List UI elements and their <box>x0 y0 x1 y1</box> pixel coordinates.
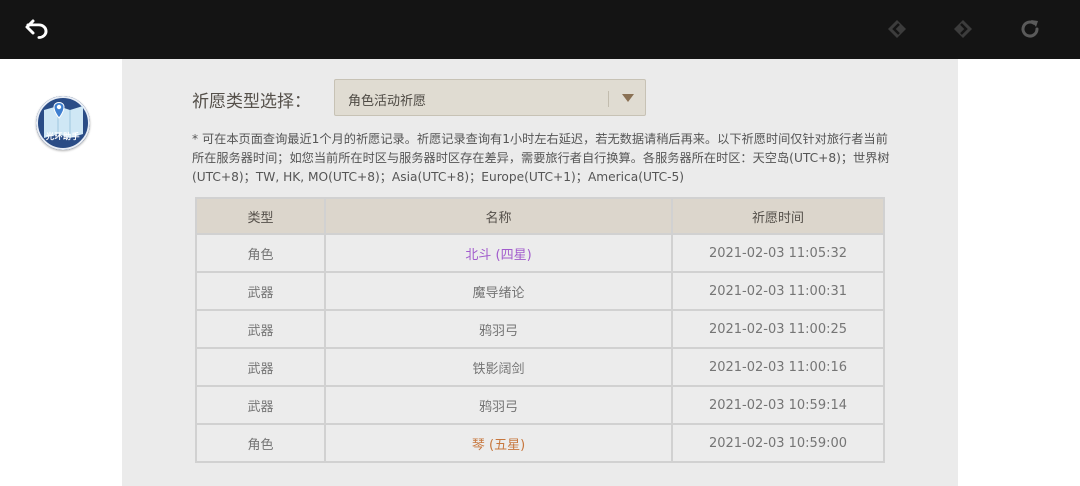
next-page-button[interactable] <box>948 14 978 44</box>
app-logo[interactable]: 光环助手 <box>36 96 90 150</box>
row-time: 2021-02-03 11:00:16 <box>671 347 885 387</box>
column-header-name: 名称 <box>324 197 673 235</box>
diamond-right-icon <box>954 20 972 38</box>
back-arrow-icon <box>25 19 48 39</box>
row-type: 武器 <box>195 309 326 349</box>
gacha-type-selected: 角色活动祈愿 <box>348 94 427 109</box>
reload-icon <box>1021 20 1039 38</box>
table-row: 武器 鸦羽弓 2021-02-03 10:59:14 <box>195 385 885 425</box>
row-time: 2021-02-03 11:00:25 <box>671 309 885 349</box>
table-row: 武器 鸦羽弓 2021-02-03 11:00:25 <box>195 309 885 349</box>
row-name: 北斗 (四星) <box>324 233 673 273</box>
table-header-row: 类型 名称 祈愿时间 <box>195 197 885 235</box>
row-name: 鸦羽弓 <box>324 385 673 425</box>
gacha-type-label: 祈愿类型选择： <box>192 92 311 112</box>
row-time: 2021-02-03 11:00:31 <box>671 271 885 311</box>
row-name: 琴 (五星) <box>324 423 673 463</box>
top-toolbar <box>0 0 1080 59</box>
gacha-record-table: 类型 名称 祈愿时间 角色 北斗 (四星) 2021-02-03 11:05:3… <box>195 197 885 463</box>
table-row: 角色 北斗 (四星) 2021-02-03 11:05:32 <box>195 233 885 273</box>
row-type: 武器 <box>195 385 326 425</box>
chevron-down-icon <box>622 94 634 102</box>
row-time: 2021-02-03 10:59:14 <box>671 385 885 425</box>
column-header-time: 祈愿时间 <box>671 197 885 235</box>
app-logo-text: 光环助手 <box>46 132 80 141</box>
table-row: 角色 琴 (五星) 2021-02-03 10:59:00 <box>195 423 885 463</box>
reload-button[interactable] <box>1015 14 1045 44</box>
gacha-note: * 可在本页面查询最近1个月的祈愿记录。祈愿记录查询有1小时左右延迟，若无数据请… <box>192 132 890 184</box>
row-type: 角色 <box>195 423 326 463</box>
row-type: 武器 <box>195 347 326 387</box>
table-row: 武器 魔导绪论 2021-02-03 11:00:31 <box>195 271 885 311</box>
row-time: 2021-02-03 11:05:32 <box>671 233 885 273</box>
table-row: 武器 铁影阔剑 2021-02-03 11:00:16 <box>195 347 885 387</box>
row-name: 魔导绪论 <box>324 271 673 311</box>
row-type: 角色 <box>195 233 326 273</box>
row-name: 鸦羽弓 <box>324 309 673 349</box>
select-divider <box>608 91 609 107</box>
row-type: 武器 <box>195 271 326 311</box>
row-time: 2021-02-03 10:59:00 <box>671 423 885 463</box>
column-header-type: 类型 <box>195 197 326 235</box>
prev-page-button[interactable] <box>882 14 912 44</box>
diamond-left-icon <box>888 20 906 38</box>
row-name: 铁影阔剑 <box>324 347 673 387</box>
gacha-type-select[interactable]: 角色活动祈愿 <box>334 79 646 116</box>
gacha-record-panel: 祈愿类型选择： 角色活动祈愿 * 可在本页面查询最近1个月的祈愿记录。祈愿记录查… <box>122 59 958 486</box>
back-button[interactable] <box>22 14 52 44</box>
